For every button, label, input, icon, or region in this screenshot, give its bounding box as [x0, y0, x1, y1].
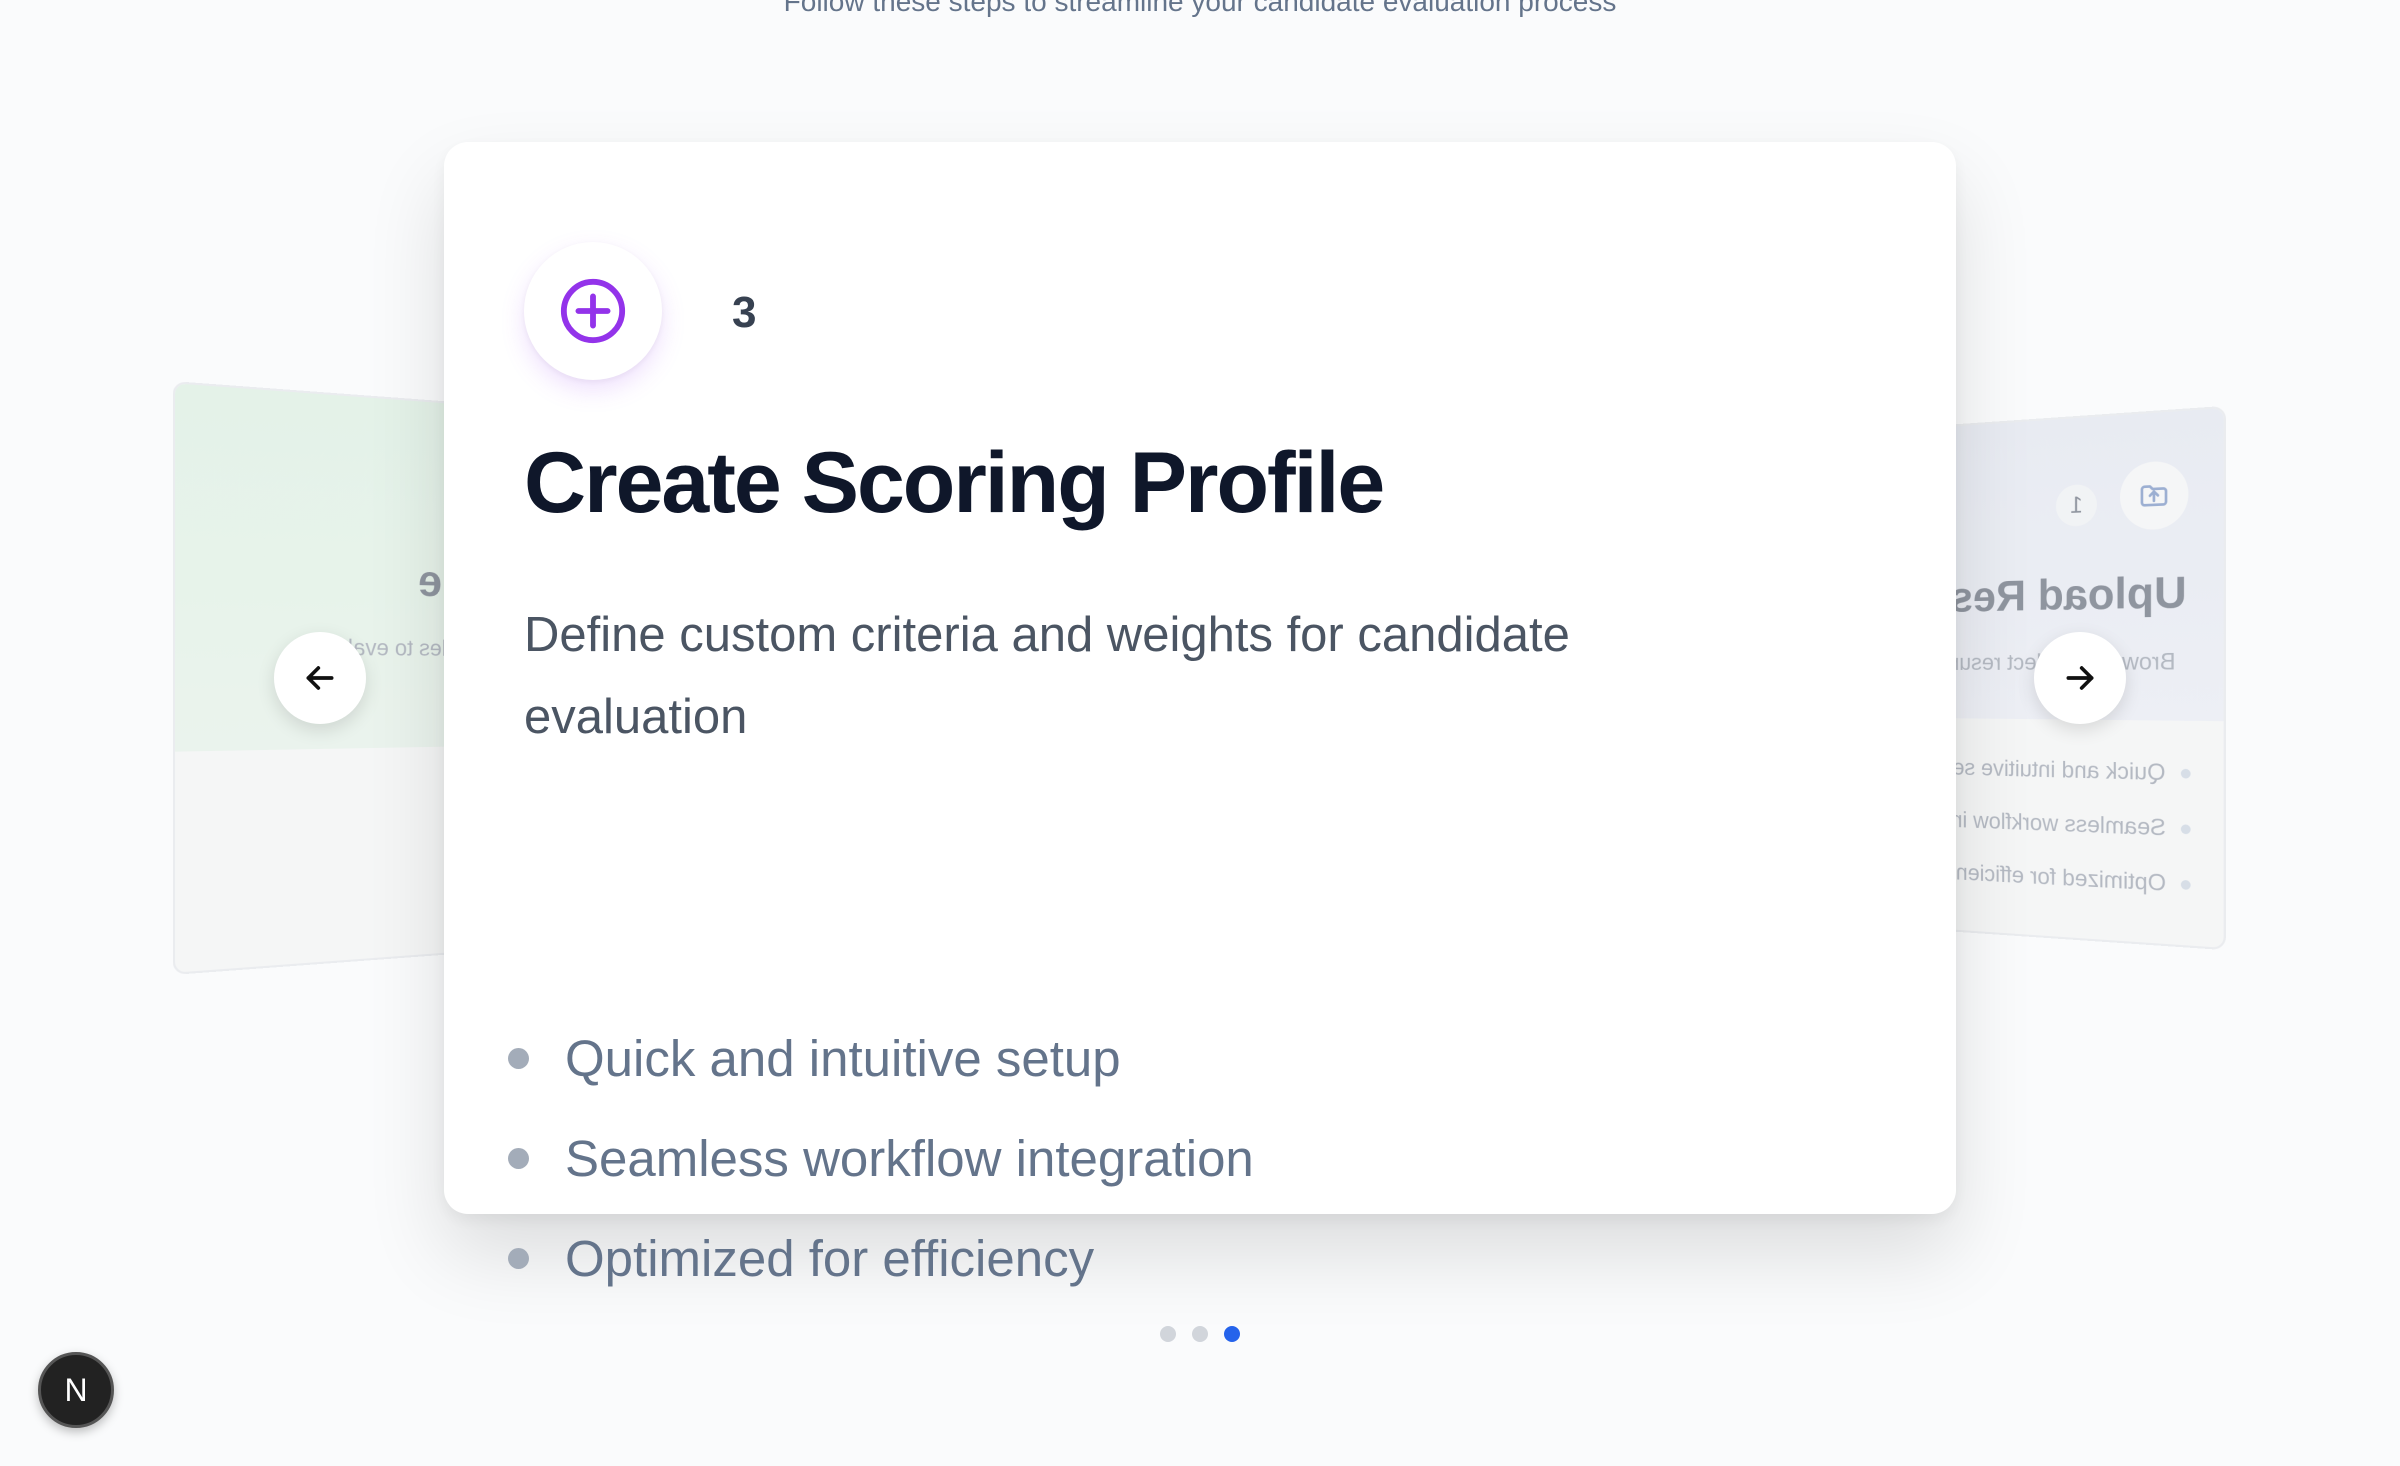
list-item: Quick and intuitive setup: [508, 1008, 1254, 1108]
pagination-dot-2[interactable]: [1192, 1326, 1208, 1342]
next-step-title: Upload Resume: [1930, 566, 2187, 622]
plus-circle-icon: [524, 242, 662, 380]
step-number: 3: [732, 288, 757, 337]
pagination-dot-1[interactable]: [1160, 1326, 1176, 1342]
list-item: Seamless workflow integration: [1930, 804, 2191, 843]
bullet-icon: [508, 1047, 529, 1069]
list-item: Quick and intuitive setup: [1930, 753, 2191, 787]
next-step-feature-list: Quick and intuitive setup Seamless workf…: [1930, 753, 2191, 927]
list-item: Optimized for efficiency: [508, 1208, 1254, 1308]
bullet-icon: [508, 1147, 529, 1169]
bullet-icon: [508, 1247, 529, 1269]
list-item: Optimized for efficiency: [1930, 855, 2191, 898]
next-button[interactable]: [2034, 632, 2126, 724]
previous-button[interactable]: [274, 632, 366, 724]
arrow-right-icon: [2066, 666, 2094, 690]
pagination-dots: [1160, 1326, 1240, 1342]
arrow-left-icon: [306, 666, 334, 690]
prev-step-title: e: [417, 555, 442, 607]
feature-list: Quick and intuitive setup Seamless workf…: [508, 1008, 1254, 1308]
step-card: 3 Create Scoring Profile Define custom c…: [444, 142, 1956, 1287]
list-item: Seamless workflow integration: [508, 1108, 1254, 1208]
step-title: Create Scoring Profile: [524, 435, 1385, 531]
prev-step-description: iles to eval: [348, 634, 452, 661]
page-subtitle: Follow these steps to streamline your ca…: [783, 0, 1617, 17]
step-description: Define custom criteria and weights for c…: [524, 608, 1570, 744]
nextjs-badge-button[interactable]: N: [38, 1352, 114, 1428]
pagination-dot-3[interactable]: [1224, 1326, 1240, 1342]
